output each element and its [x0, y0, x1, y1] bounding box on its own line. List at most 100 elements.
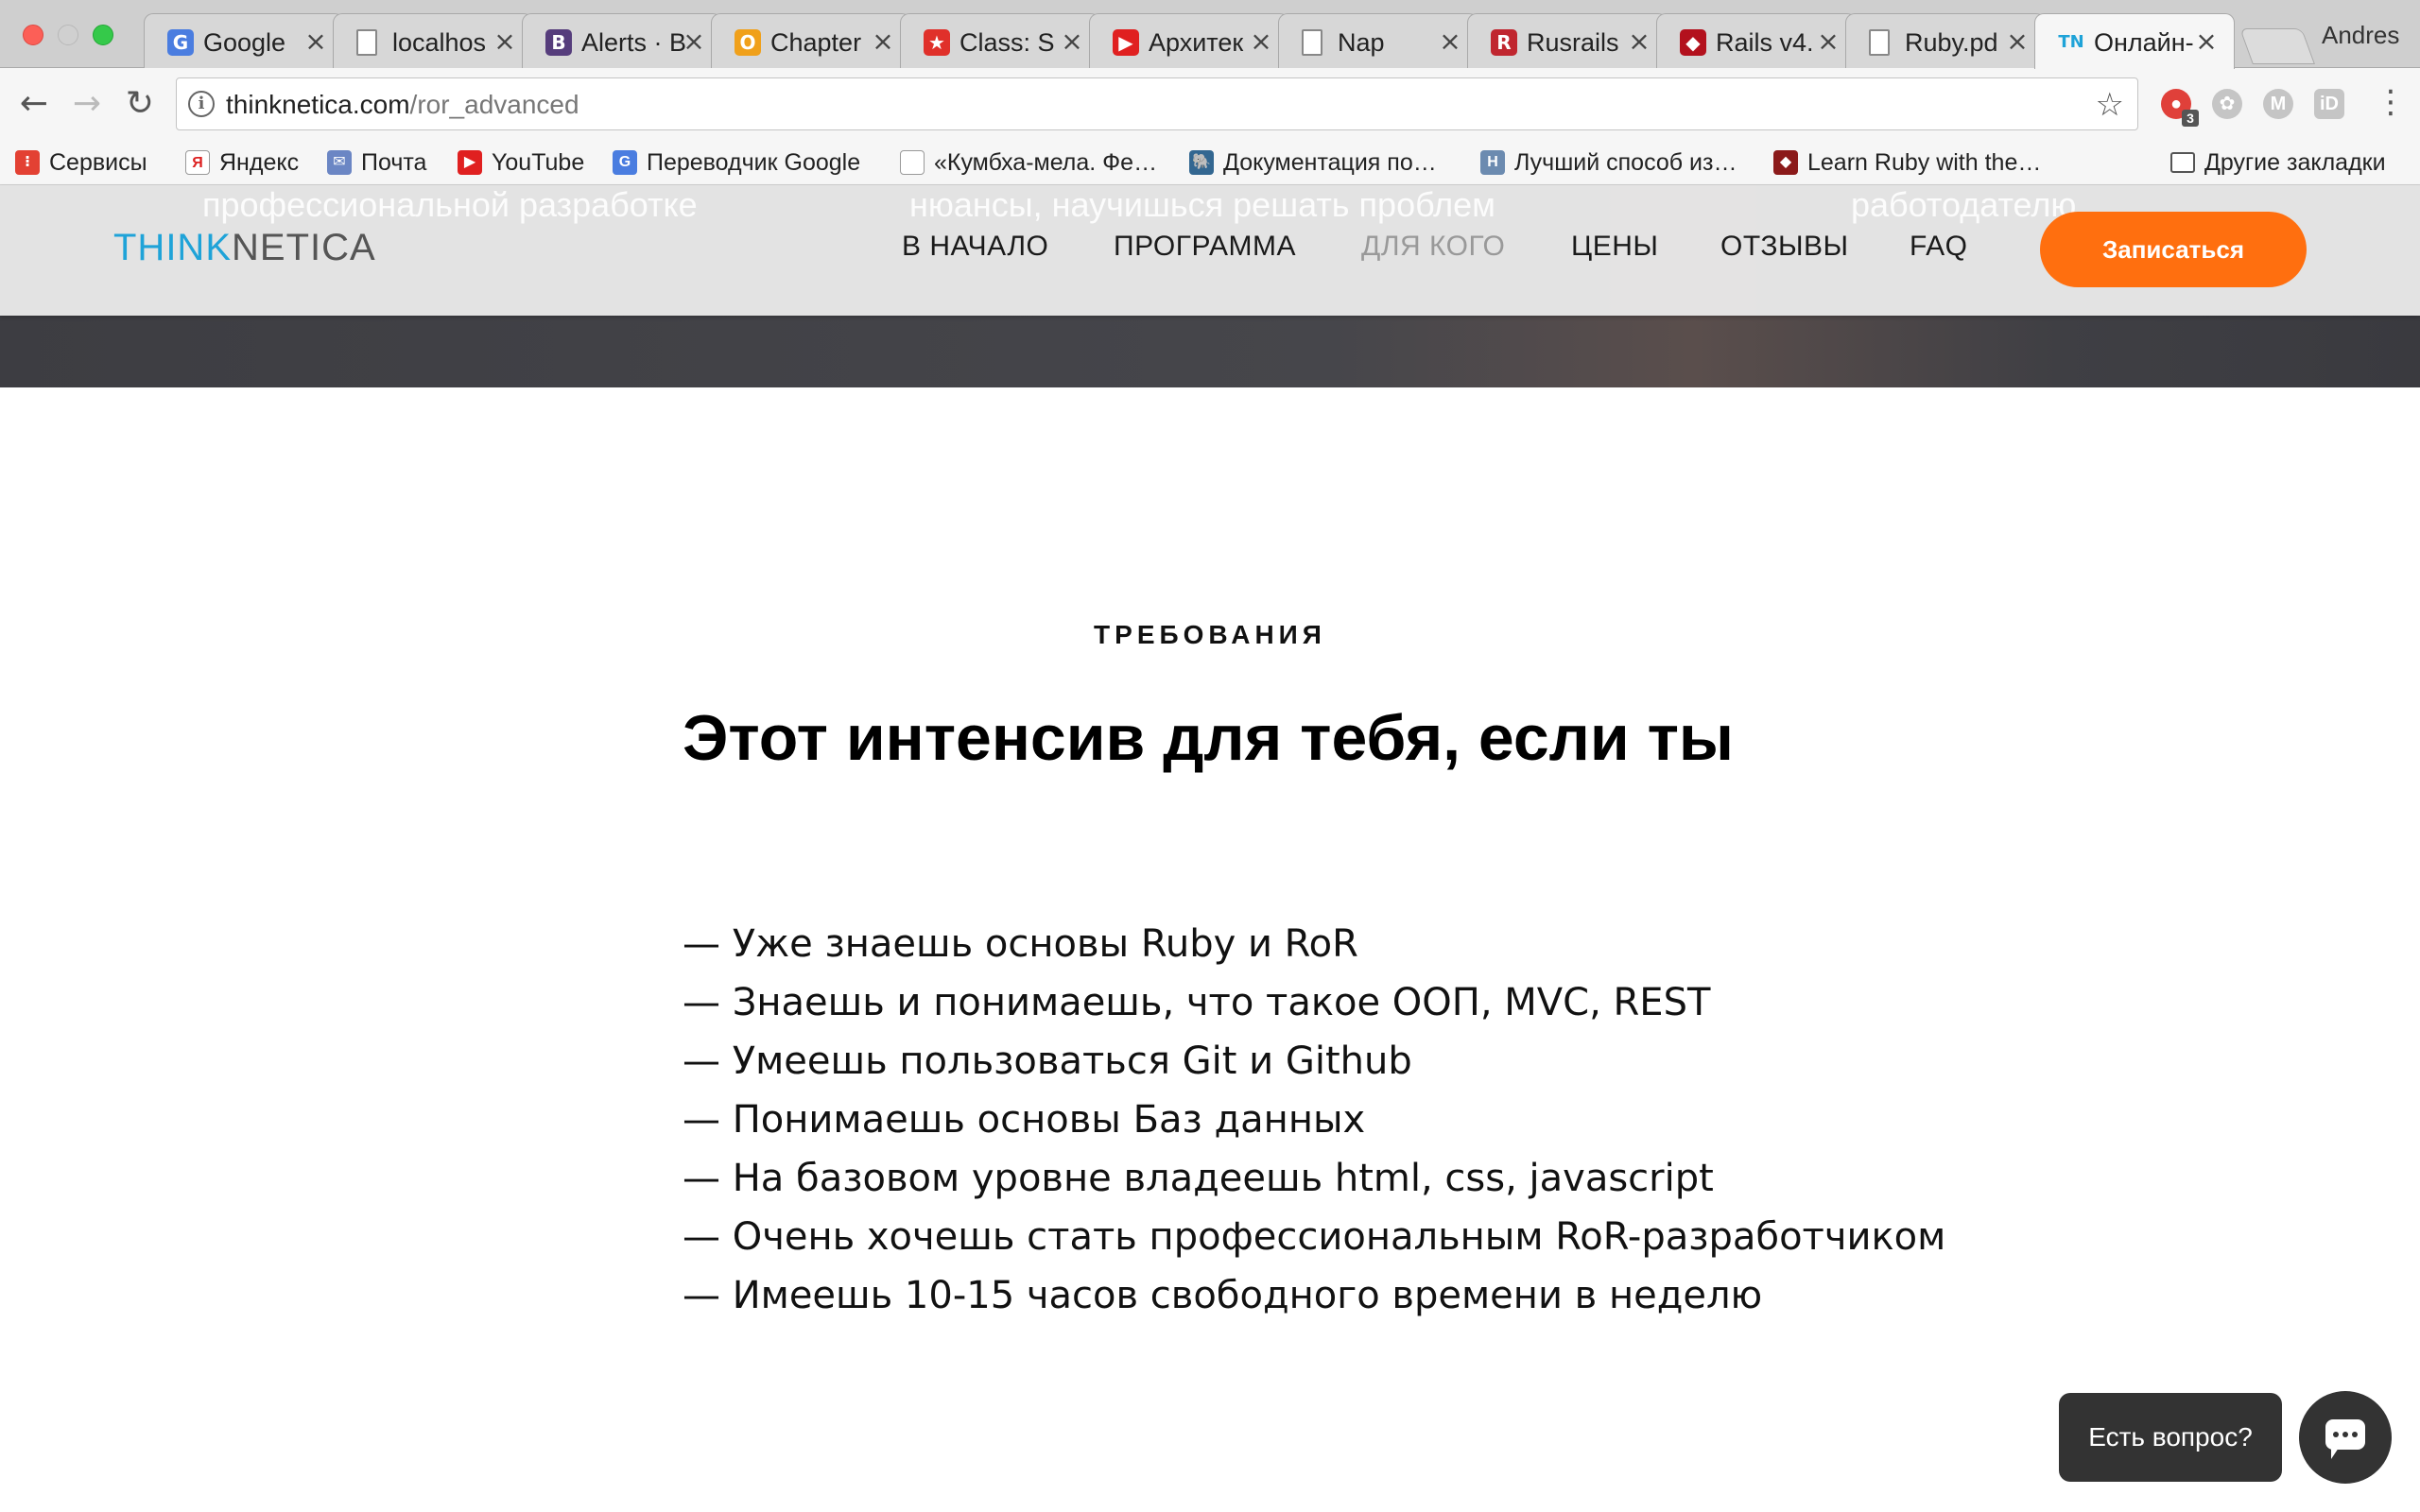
tab-8[interactable]: R Rusrails ×	[1467, 13, 1668, 68]
site-logo[interactable]: THINKNETICA	[113, 227, 376, 269]
requirement-item: — Умеешь пользоваться Git и Github	[683, 1040, 1412, 1083]
url-host: thinknetica.com	[226, 90, 410, 119]
tab-1[interactable]: G Google ×	[144, 13, 344, 68]
close-tab-icon[interactable]: ×	[1249, 26, 1273, 57]
nav-for-whom[interactable]: ДЛЯ КОГО	[1361, 231, 1505, 263]
tab-7[interactable]: Nap ×	[1278, 13, 1478, 68]
close-tab-icon[interactable]: ×	[871, 26, 895, 57]
other-bookmarks-label: Другие закладки	[2204, 148, 2386, 176]
close-tab-icon[interactable]: ×	[493, 26, 517, 57]
requirement-item: — Имеешь 10-15 часов свободного времени …	[683, 1274, 1763, 1317]
tab-title: localhos	[392, 28, 487, 57]
bookmark-label: YouTube	[492, 148, 585, 176]
page-icon	[900, 150, 925, 175]
nav-program[interactable]: ПРОГРАММА	[1114, 231, 1296, 263]
minimize-window-button[interactable]	[58, 25, 78, 45]
close-tab-icon[interactable]: ×	[1816, 26, 1841, 57]
nav-home[interactable]: В НАЧАЛО	[902, 231, 1048, 263]
id-extension-icon[interactable]: iD	[2314, 89, 2344, 119]
requirement-item: — На базовом уровне владеешь html, css, …	[683, 1157, 1714, 1200]
close-tab-icon[interactable]: ×	[1627, 26, 1651, 57]
tab-9[interactable]: ◆ Rails v4. ×	[1656, 13, 1857, 68]
browser-toolbar: ← → ↻ i thinknetica.com/ror_advanced ☆ ●…	[0, 68, 2420, 140]
extension-glyph: M	[2270, 94, 2287, 114]
new-tab-button[interactable]	[2239, 28, 2315, 64]
paw-extension-icon[interactable]: ✿	[2212, 89, 2242, 119]
bookmark-item[interactable]: ◆ Learn Ruby with the…	[1773, 146, 2041, 180]
google-translate-icon: G	[613, 150, 637, 175]
tab-title: Ruby.pd	[1905, 28, 1998, 57]
thumbs-up-icon: ★	[924, 29, 950, 56]
hero-text-fragment: профессиональной разработке	[202, 185, 698, 224]
close-tab-icon[interactable]: ×	[1438, 26, 1462, 57]
url-path: /ror_advanced	[409, 90, 579, 119]
m-extension-icon[interactable]: M	[2263, 89, 2293, 119]
page-icon	[356, 29, 377, 56]
requirement-item: — Понимаешь основы Баз данных	[683, 1098, 1366, 1142]
bookmark-item[interactable]: G Переводчик Google	[613, 146, 860, 180]
bookmark-star-icon[interactable]: ☆	[2096, 86, 2124, 124]
address-bar[interactable]: i thinknetica.com/ror_advanced ☆	[176, 77, 2138, 130]
bookmark-label: Почта	[361, 148, 427, 176]
nav-prices[interactable]: ЦЕНЫ	[1571, 231, 1658, 263]
bookmarks-bar: ⁝ Сервисы Я Яндекс ✉ Почта ▶ YouTube G Переводчик…	[0, 140, 2420, 315]
requirement-item: — Знаешь и понимаешь, что такое ООП, MVC…	[683, 981, 1711, 1024]
tab-2[interactable]: localhos ×	[333, 13, 533, 68]
close-tab-icon[interactable]: ×	[303, 26, 328, 57]
reload-icon[interactable]: ↻	[121, 85, 159, 123]
rusrails-icon: R	[1491, 29, 1517, 56]
bookmark-label: Переводчик Google	[647, 148, 861, 176]
ruby-icon: ◆	[1680, 29, 1706, 56]
tab-5[interactable]: ★ Class: S ×	[900, 13, 1100, 68]
chat-prompt[interactable]: Есть вопрос?	[2059, 1393, 2282, 1482]
yandex-icon: Я	[185, 150, 210, 175]
bookmark-item[interactable]: ✉ Почта	[327, 146, 426, 180]
tab-10[interactable]: Ruby.pd ×	[1845, 13, 2046, 68]
close-tab-icon[interactable]: ×	[682, 26, 706, 57]
tab-4[interactable]: O Chapter ×	[711, 13, 911, 68]
nav-faq[interactable]: FAQ	[1910, 231, 1968, 263]
site-header: профессиональной разработке нюансы, науч…	[0, 185, 2420, 316]
bookmark-item[interactable]: ⁝ Сервисы	[15, 146, 147, 180]
forward-icon[interactable]: →	[68, 85, 106, 123]
chat-button[interactable]	[2299, 1391, 2392, 1484]
youtube-icon: ▶	[1113, 29, 1139, 56]
browser-menu-icon[interactable]: ⋮	[2375, 83, 2407, 121]
youtube-icon: ▶	[458, 150, 482, 175]
folder-icon	[2170, 152, 2195, 173]
close-window-button[interactable]	[23, 25, 43, 45]
tab-strip: G Google × localhos × B Alerts · B × O Chapter × ★ C…	[0, 0, 2420, 69]
tab-11[interactable]: TN Онлайн- ×	[2034, 13, 2235, 69]
bookmark-item[interactable]: H Лучший способ из…	[1480, 146, 1737, 180]
adblock-extension-icon[interactable]: ● 3	[2161, 89, 2199, 127]
close-tab-icon[interactable]: ×	[2194, 26, 2219, 57]
tab-title: Архитек	[1149, 28, 1244, 57]
bookmark-item[interactable]: 🐘 Документация по…	[1189, 146, 1437, 180]
hero-text-fragment: нюансы, научишься решать проблем	[909, 185, 1495, 224]
logo-netica: NETICA	[232, 227, 376, 268]
tab-title: Rails v4.	[1716, 28, 1814, 57]
requirement-item: — Очень хочешь стать профессиональным Ro…	[683, 1215, 1946, 1259]
extension-badge: 3	[2182, 110, 2199, 127]
close-tab-icon[interactable]: ×	[2005, 26, 2030, 57]
signup-button[interactable]: Записаться	[2040, 212, 2307, 287]
nav-reviews[interactable]: ОТЗЫВЫ	[1720, 231, 1849, 263]
address-url[interactable]: thinknetica.com/ror_advanced	[226, 90, 579, 120]
bookmark-item[interactable]: Я Яндекс	[185, 146, 299, 180]
bookmark-item[interactable]: «Кумбха-мела. Фе…	[900, 146, 1157, 180]
profile-name[interactable]: Andres	[2322, 21, 2399, 50]
other-bookmarks[interactable]: Другие закладки	[2170, 146, 2386, 180]
back-icon[interactable]: ←	[15, 85, 53, 123]
tab-6[interactable]: ▶ Архитек ×	[1089, 13, 1289, 68]
mail-icon: ✉	[327, 150, 352, 175]
close-tab-icon[interactable]: ×	[1060, 26, 1084, 57]
tab-3[interactable]: B Alerts · B ×	[522, 13, 722, 68]
bookmark-item[interactable]: ▶ YouTube	[458, 146, 584, 180]
site-info-icon[interactable]: i	[188, 91, 215, 117]
extension-glyph: iD	[2320, 94, 2339, 114]
bookmark-label: Learn Ruby with the…	[1807, 148, 2042, 176]
postgres-icon: 🐘	[1189, 150, 1214, 175]
maximize-window-button[interactable]	[93, 25, 113, 45]
chat-dot	[2333, 1432, 2339, 1437]
tab-title: Chapter	[770, 28, 862, 57]
